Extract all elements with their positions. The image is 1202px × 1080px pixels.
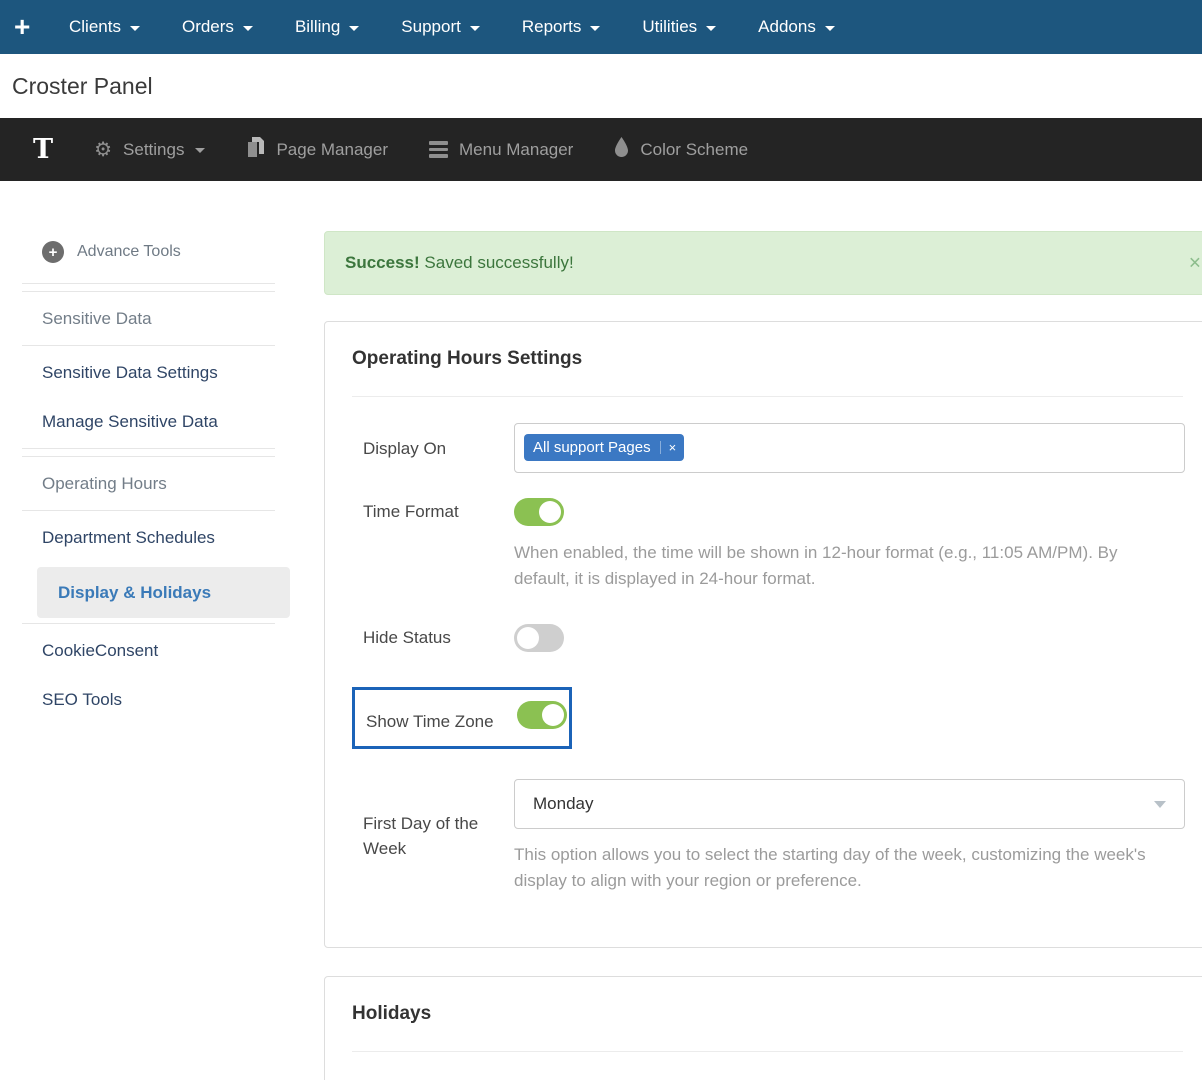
chevron-down-icon [706, 26, 716, 31]
show-time-zone-label: Show Time Zone [355, 699, 517, 734]
divider [22, 510, 275, 511]
card-title: Holidays [352, 1001, 1183, 1051]
sidebar-item-display-holidays[interactable]: Display & Holidays [37, 567, 290, 618]
first-day-label: First Day of the Week [352, 811, 514, 861]
display-on-row: Display On All support Pages × [352, 423, 1183, 473]
divider [352, 1051, 1183, 1052]
toolbar-settings[interactable]: ⚙ Settings [94, 140, 205, 160]
time-format-help: When enabled, the time will be shown in … [514, 540, 1146, 591]
nav-reports[interactable]: Reports [522, 17, 601, 37]
first-day-row: First Day of the Week Monday This option… [352, 779, 1183, 893]
page-title: Croster Panel [12, 73, 1202, 100]
tag-label: All support Pages [524, 440, 660, 455]
add-icon[interactable]: + [14, 0, 40, 54]
chevron-down-icon [1154, 801, 1166, 808]
toggle-knob [539, 501, 561, 523]
display-on-input[interactable]: All support Pages × [514, 423, 1185, 473]
nav-clients[interactable]: Clients [69, 17, 140, 37]
top-nav: + Clients Orders Billing Support Reports… [0, 0, 1202, 54]
sidebar-header-sensitive-data: Sensitive Data [22, 294, 324, 343]
content-area: Success! Saved successfully! × Operating… [324, 231, 1202, 1080]
toolbar-color-scheme[interactable]: Color Scheme [614, 137, 748, 163]
divider [22, 283, 275, 284]
chevron-down-icon [130, 26, 140, 31]
time-format-toggle[interactable] [514, 498, 564, 526]
divider [22, 345, 275, 346]
nav-billing[interactable]: Billing [295, 17, 359, 37]
time-format-label: Time Format [352, 498, 514, 591]
show-time-zone-toggle[interactable] [517, 701, 567, 729]
chevron-down-icon [470, 26, 480, 31]
divider [22, 456, 275, 457]
divider [22, 448, 275, 449]
sidebar-item-manage-sensitive-data[interactable]: Manage Sensitive Data [22, 397, 324, 446]
droplet-icon [614, 137, 629, 163]
module-toolbar: T ⚙ Settings Page Manager Menu Manager C… [0, 118, 1202, 181]
toolbar-page-manager[interactable]: Page Manager [246, 137, 388, 163]
plus-circle-icon: + [42, 241, 64, 263]
sidebar-header-operating-hours: Operating Hours [22, 459, 324, 508]
selected-tag: All support Pages × [524, 434, 684, 461]
divider [352, 396, 1183, 397]
sidebar-item-sensitive-data-settings[interactable]: Sensitive Data Settings [22, 348, 324, 397]
module-logo-icon[interactable]: T [33, 136, 53, 163]
display-on-label: Display On [352, 436, 514, 461]
success-alert: Success! Saved successfully! × [324, 231, 1202, 295]
sidebar: + Advance Tools Sensitive Data Sensitive… [0, 181, 324, 1080]
main-area: + Advance Tools Sensitive Data Sensitive… [0, 181, 1202, 1080]
sidebar-item-cookie-consent[interactable]: CookieConsent [22, 626, 324, 675]
sidebar-advance-tools[interactable]: + Advance Tools [22, 231, 324, 281]
nav-addons[interactable]: Addons [758, 17, 835, 37]
hide-status-toggle[interactable] [514, 624, 564, 652]
chevron-down-icon [195, 148, 205, 153]
alert-title: Success! [345, 253, 420, 272]
gear-icon: ⚙ [94, 140, 112, 160]
first-day-help: This option allows you to select the sta… [514, 842, 1146, 893]
sidebar-item-department-schedules[interactable]: Department Schedules [22, 513, 324, 562]
hide-status-label: Hide Status [352, 624, 514, 657]
time-format-row: Time Format When enabled, the time will … [352, 498, 1183, 591]
remove-tag-icon[interactable]: × [660, 441, 685, 454]
chevron-down-icon [590, 26, 600, 31]
chevron-down-icon [243, 26, 253, 31]
close-icon[interactable]: × [1189, 253, 1201, 274]
hide-status-row: Hide Status [352, 624, 1183, 657]
show-time-zone-row-focused: Show Time Zone [352, 687, 572, 749]
toolbar-menu-manager[interactable]: Menu Manager [429, 140, 573, 160]
nav-support[interactable]: Support [401, 17, 480, 37]
chevron-down-icon [349, 26, 359, 31]
first-day-select[interactable]: Monday [514, 779, 1185, 829]
alert-message: Saved successfully! [424, 253, 573, 272]
divider [22, 623, 275, 624]
card-title: Operating Hours Settings [352, 346, 1183, 396]
chevron-down-icon [825, 26, 835, 31]
holidays-card: Holidays Select the start and end dates … [324, 976, 1202, 1080]
holidays-description: Select the start and end dates for holid… [352, 1074, 1183, 1080]
menu-icon [429, 141, 448, 158]
nav-orders[interactable]: Orders [182, 17, 253, 37]
nav-utilities[interactable]: Utilities [642, 17, 716, 37]
divider [22, 291, 275, 292]
toggle-knob [542, 704, 564, 726]
operating-hours-settings-card: Operating Hours Settings Display On All … [324, 321, 1202, 948]
toggle-knob [517, 627, 539, 649]
select-value: Monday [533, 794, 593, 814]
pages-icon [246, 137, 265, 163]
sidebar-item-seo-tools[interactable]: SEO Tools [22, 675, 324, 724]
